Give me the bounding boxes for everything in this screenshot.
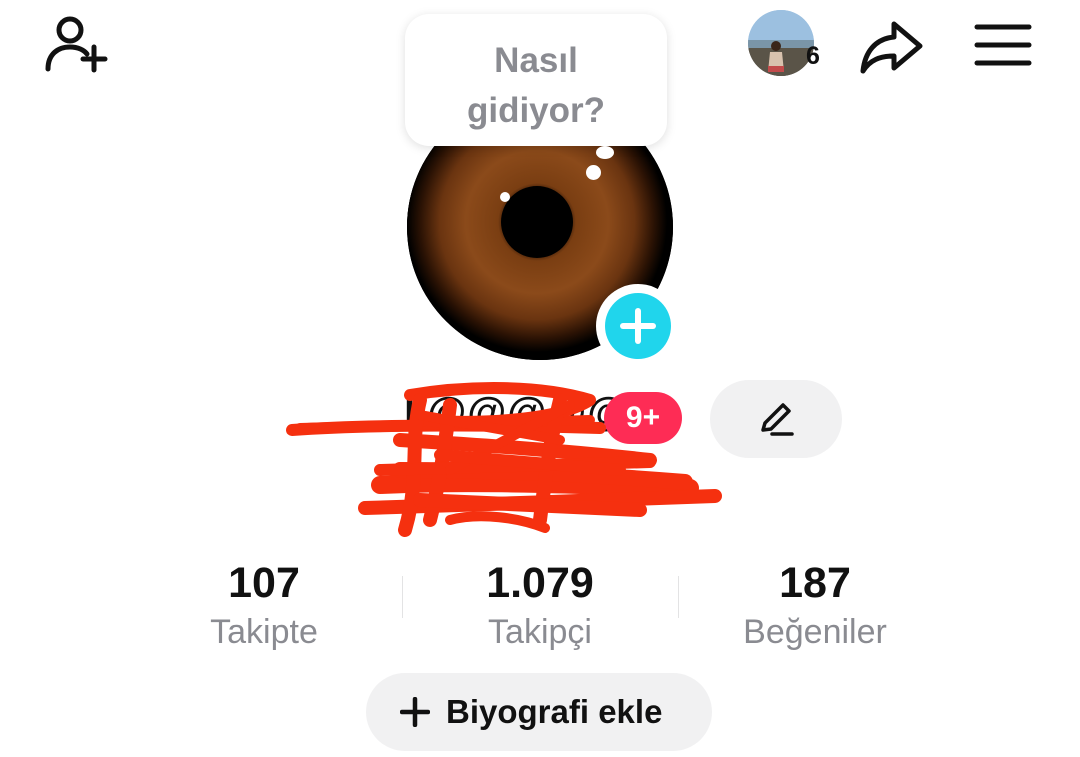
share-button[interactable] xyxy=(858,16,928,78)
stat-likes[interactable]: 187 Beğeniler xyxy=(695,560,935,652)
viewer-count: 6 xyxy=(806,42,820,70)
likes-count: 187 xyxy=(779,559,851,607)
note-bubble-text: Nasıl gidiyor? xyxy=(466,41,606,130)
hamburger-menu-icon xyxy=(974,24,1032,66)
following-label: Takipte xyxy=(210,613,318,651)
notification-badge[interactable]: 9+ xyxy=(604,392,682,444)
add-bio-button[interactable]: Biyografi ekle xyxy=(366,673,712,751)
stat-divider xyxy=(402,576,403,618)
add-bio-label: Biyografi ekle xyxy=(446,693,663,730)
menu-button[interactable] xyxy=(972,20,1034,70)
viewer-avatar xyxy=(748,10,814,76)
plus-icon xyxy=(620,308,656,344)
followers-label: Takipçi xyxy=(488,613,592,651)
profile-viewers-button[interactable]: 6 xyxy=(748,10,834,80)
add-friend-button[interactable] xyxy=(42,14,112,76)
stat-following[interactable]: 107 Takipte xyxy=(144,560,384,652)
following-count: 107 xyxy=(228,559,300,607)
likes-label: Beğeniler xyxy=(743,613,887,651)
stat-divider xyxy=(678,576,679,618)
note-bubble-tail xyxy=(596,146,614,159)
edit-profile-button[interactable] xyxy=(710,380,842,458)
stat-followers[interactable]: 1.079 Takipçi xyxy=(420,560,660,652)
followers-count: 1.079 xyxy=(486,559,594,607)
share-arrow-icon xyxy=(860,21,923,74)
person-add-icon xyxy=(45,16,108,73)
note-bubble[interactable]: Nasıl gidiyor? xyxy=(405,14,667,146)
pencil-icon xyxy=(761,403,794,436)
plus-icon xyxy=(400,697,430,727)
add-avatar-button[interactable] xyxy=(596,284,680,368)
note-bubble-tail-dot xyxy=(586,165,601,180)
